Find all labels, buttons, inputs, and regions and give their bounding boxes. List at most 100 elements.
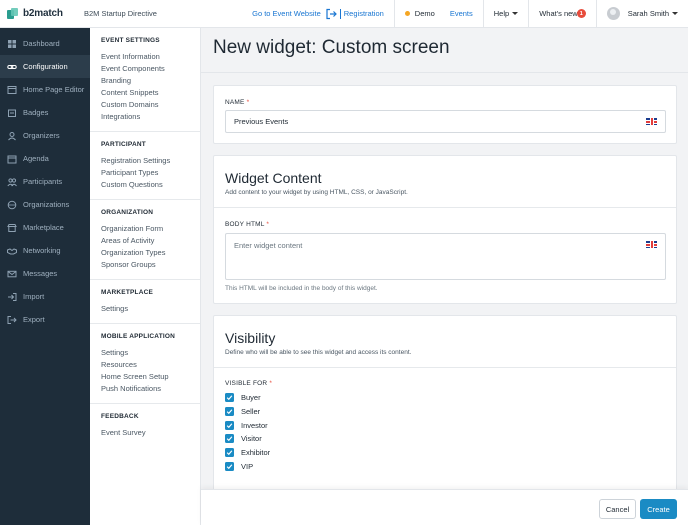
calendar-icon <box>7 154 17 164</box>
nav-item-badges[interactable]: Badges <box>0 101 90 124</box>
subnav-link-custom-questions[interactable]: Custom Questions <box>101 179 200 191</box>
nav-item-import[interactable]: Import <box>0 285 90 308</box>
subnav-section-participant: PARTICIPANT Registration Settings Partic… <box>90 132 200 200</box>
checkbox-checked-icon[interactable] <box>225 461 234 471</box>
dashboard-icon <box>7 39 17 49</box>
checkbox-checked-icon[interactable] <box>225 448 234 458</box>
divider <box>214 207 676 208</box>
subnav-section-title: MARKETPLACE <box>101 289 154 296</box>
subnav-section-event-settings: EVENT SETTINGS Event Information Event C… <box>90 28 200 132</box>
people-icon <box>7 131 17 141</box>
subnav-link-participant-types[interactable]: Participant Types <box>101 167 200 179</box>
subnav-section-title: ORGANIZATION <box>101 209 154 216</box>
nav-item-export[interactable]: Export <box>0 308 90 331</box>
nav-item-label: Participants <box>23 177 63 186</box>
subnav-link-event-components[interactable]: Event Components <box>101 63 200 75</box>
body-html-textarea[interactable]: Enter widget content <box>225 233 666 280</box>
subnav-link-push-notifications[interactable]: Push Notifications <box>101 383 200 395</box>
registration-link[interactable]: Registration <box>344 9 384 18</box>
nav-item-home-page-editor[interactable]: Home Page Editor <box>0 78 90 101</box>
events-link[interactable]: Events <box>450 9 473 18</box>
body-html-label: BODY HTML * <box>225 221 270 228</box>
nav-item-marketplace[interactable]: Marketplace <box>0 216 90 239</box>
nav-item-organizations[interactable]: Organizations <box>0 193 90 216</box>
subnav-link-mobile-settings[interactable]: Settings <box>101 347 200 359</box>
badge-icon <box>7 108 17 118</box>
building-icon <box>7 200 17 210</box>
whats-new-button[interactable]: What's new 1 <box>539 9 586 18</box>
nav-item-agenda[interactable]: Agenda <box>0 147 90 170</box>
demo-status-dot-icon <box>404 11 410 16</box>
subnav-section-title: MOBILE APPLICATION <box>101 333 176 340</box>
b2match-logo-icon <box>7 7 19 20</box>
checkbox-exhibitor[interactable]: Exhibitor <box>225 446 270 460</box>
uk-flag-icon[interactable] <box>646 118 657 125</box>
checkbox-seller[interactable]: Seller <box>225 405 270 419</box>
subnav-link-areas-of-activity[interactable]: Areas of Activity <box>101 235 200 247</box>
chevron-down-icon <box>672 12 678 15</box>
uk-flag-icon[interactable] <box>646 241 657 248</box>
exit-icon[interactable] <box>325 8 337 20</box>
checkbox-checked-icon[interactable] <box>225 393 234 403</box>
create-button[interactable]: Create <box>640 499 677 519</box>
help-label: Help <box>493 9 510 18</box>
top-bar: b2match B2M Startup Directive Go to Even… <box>0 0 688 28</box>
demo-label[interactable]: Demo <box>415 9 435 18</box>
subnav-link-custom-domains[interactable]: Custom Domains <box>101 99 200 111</box>
event-name: B2M Startup Directive <box>84 9 157 18</box>
nav-item-organizers[interactable]: Organizers <box>0 124 90 147</box>
subnav-link-event-information[interactable]: Event Information <box>101 51 200 63</box>
subnav-link-content-snippets[interactable]: Content Snippets <box>101 87 200 99</box>
subnav-section-marketplace: MARKETPLACE Settings <box>90 280 200 324</box>
body-html-placeholder: Enter widget content <box>234 241 303 250</box>
subnav-link-marketplace-settings[interactable]: Settings <box>101 303 200 315</box>
checkbox-investor[interactable]: Investor <box>225 418 270 432</box>
subnav-link-registration-settings[interactable]: Registration Settings <box>101 155 200 167</box>
checkbox-checked-icon[interactable] <box>225 407 234 417</box>
nav-item-label: Configuration <box>23 62 68 71</box>
nav-item-label: Export <box>23 315 45 324</box>
divider <box>393 0 395 28</box>
nav-item-messages[interactable]: Messages <box>0 262 90 285</box>
handshake-icon <box>7 246 17 256</box>
checkbox-checked-icon[interactable] <box>225 420 234 430</box>
nav-item-configuration[interactable]: Configuration <box>0 55 90 78</box>
nav-item-dashboard[interactable]: Dashboard <box>0 32 90 55</box>
subnav-link-branding[interactable]: Branding <box>101 75 200 87</box>
body-html-help: This HTML will be included in the body o… <box>225 285 378 292</box>
checkbox-vip[interactable]: VIP <box>225 459 270 473</box>
nav-item-participants[interactable]: Participants <box>0 170 90 193</box>
name-input-value: Previous Events <box>234 117 289 126</box>
visible-for-checkbox-list: Buyer Seller Investor Visitor Exhibitor … <box>225 391 270 473</box>
subnav-section-feedback: FEEDBACK Event Survey <box>90 404 200 447</box>
help-menu[interactable]: Help <box>493 9 519 18</box>
subnav-link-organization-form[interactable]: Organization Form <box>101 223 200 235</box>
checkbox-label: Visitor <box>241 434 262 444</box>
nav-item-label: Messages <box>23 269 58 278</box>
subnav-section-mobile-application: MOBILE APPLICATION Settings Resources Ho… <box>90 324 200 404</box>
nav-item-networking[interactable]: Networking <box>0 239 90 262</box>
cancel-button[interactable]: Cancel <box>599 499 636 519</box>
checkbox-visitor[interactable]: Visitor <box>225 432 270 446</box>
go-to-event-website-link[interactable]: Go to Event Website <box>252 9 321 18</box>
checkbox-checked-icon[interactable] <box>225 434 234 444</box>
subnav-link-resources[interactable]: Resources <box>101 359 200 371</box>
subnav-link-integrations[interactable]: Integrations <box>101 111 200 123</box>
checkbox-buyer[interactable]: Buyer <box>225 391 270 405</box>
subnav-link-home-screen-setup[interactable]: Home Screen Setup <box>101 371 200 383</box>
subnav-section-title: PARTICIPANT <box>101 141 146 148</box>
subnav-link-event-survey[interactable]: Event Survey <box>101 427 200 439</box>
divider <box>595 0 597 28</box>
export-icon <box>7 315 17 325</box>
subnav-link-sponsor-groups[interactable]: Sponsor Groups <box>101 259 200 271</box>
checkbox-label: VIP <box>241 461 254 471</box>
left-navigation: Dashboard Configuration Home Page Editor… <box>0 28 90 525</box>
browser-icon <box>7 85 17 95</box>
subnav-link-organization-types[interactable]: Organization Types <box>101 247 200 259</box>
brand-logo[interactable]: b2match <box>0 7 90 20</box>
user-menu[interactable]: Sarah Smith <box>606 7 678 20</box>
name-input[interactable]: Previous Events <box>225 110 666 133</box>
nav-item-label: Import <box>23 292 45 301</box>
widget-content-title: Widget Content <box>225 170 322 186</box>
form-footer: Cancel Create <box>201 489 688 525</box>
